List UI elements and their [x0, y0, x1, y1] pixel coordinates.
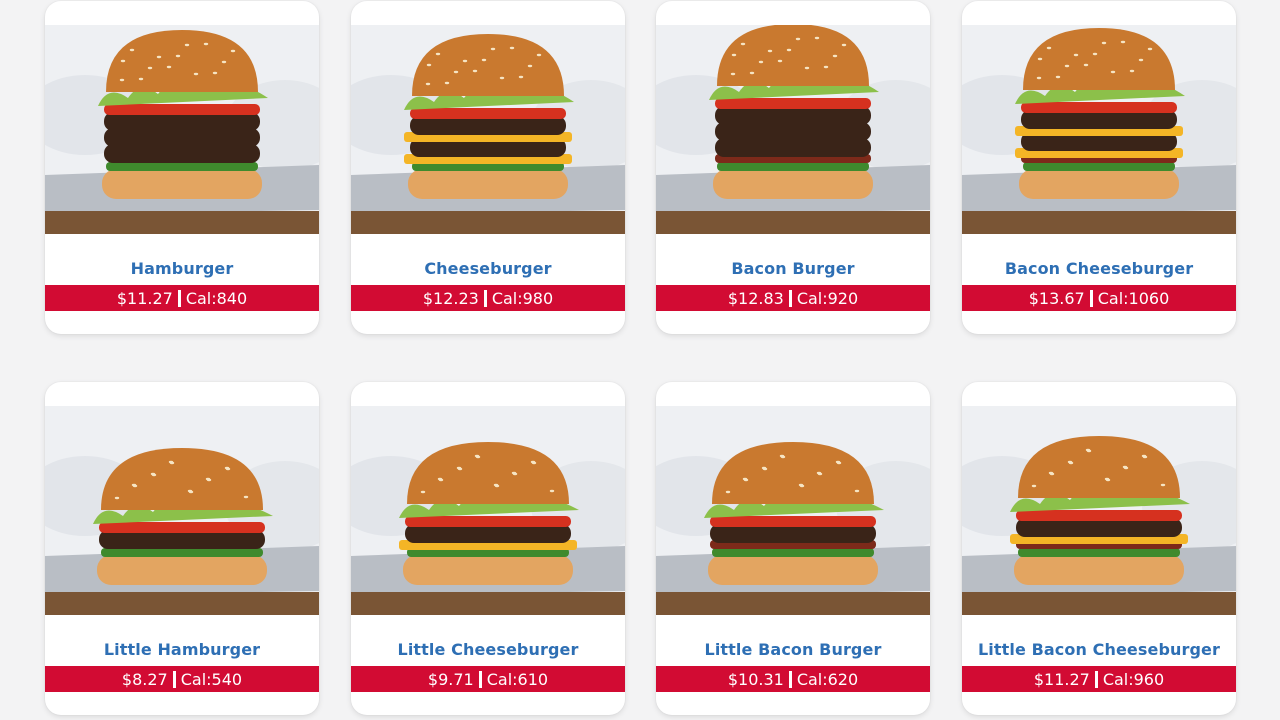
separator	[478, 670, 482, 688]
burger-photo	[45, 25, 319, 234]
item-price: $11.27	[1033, 669, 1090, 689]
item-price: $13.67	[1028, 288, 1085, 308]
item-calories: Cal:540	[180, 669, 243, 689]
item-name: Little Hamburger	[103, 640, 261, 659]
menu-card-little-hamburger[interactable]: Little Hamburger $8.27 Cal:540	[45, 382, 319, 715]
item-calories: Cal:620	[796, 669, 859, 689]
separator	[788, 670, 792, 688]
item-price: $8.27	[121, 669, 168, 689]
menu-card-little-cheeseburger[interactable]: Little Cheeseburger $9.71 Cal:610	[351, 382, 625, 715]
item-name: Little Bacon Cheeseburger	[978, 640, 1220, 659]
item-price: $11.27	[116, 288, 173, 308]
burger-photo	[656, 406, 930, 615]
separator	[788, 289, 792, 307]
item-calories: Cal:610	[486, 669, 549, 689]
price-bar: $12.83 Cal:920	[656, 285, 930, 311]
burger-photo	[45, 406, 319, 615]
price-bar: $11.27 Cal:960	[962, 666, 1236, 692]
item-calories: Cal:960	[1102, 669, 1165, 689]
menu-card-bacon-cheeseburger[interactable]: Bacon Cheeseburger $13.67 Cal:1060	[962, 1, 1236, 334]
item-name: Hamburger	[130, 259, 234, 278]
item-name: Bacon Cheeseburger	[1004, 259, 1194, 278]
price-bar: $12.23 Cal:980	[351, 285, 625, 311]
item-name: Little Cheeseburger	[397, 640, 579, 659]
item-calories: Cal:980	[491, 288, 554, 308]
menu-card-cheeseburger[interactable]: Cheeseburger $12.23 Cal:980	[351, 1, 625, 334]
item-price: $10.31	[727, 669, 784, 689]
menu-card-hamburger[interactable]: Hamburger $11.27 Cal:840	[45, 1, 319, 334]
item-price: $12.23	[422, 288, 479, 308]
item-name: Bacon Burger	[731, 259, 855, 278]
price-bar: $10.31 Cal:620	[656, 666, 930, 692]
burger-photo	[962, 406, 1236, 615]
burger-photo	[351, 25, 625, 234]
item-price: $9.71	[427, 669, 474, 689]
burger-photo	[962, 25, 1236, 234]
item-price: $12.83	[727, 288, 784, 308]
separator	[1089, 289, 1093, 307]
item-name: Little Bacon Burger	[704, 640, 882, 659]
menu-card-bacon-burger[interactable]: Bacon Burger $12.83 Cal:920	[656, 1, 930, 334]
separator	[483, 289, 487, 307]
item-name: Cheeseburger	[424, 259, 552, 278]
burger-photo	[351, 406, 625, 615]
menu-grid: Hamburger $11.27 Cal:840 Cheeseburger $12…	[0, 0, 1280, 720]
separator	[1094, 670, 1098, 688]
item-calories: Cal:840	[185, 288, 248, 308]
price-bar: $9.71 Cal:610	[351, 666, 625, 692]
menu-card-little-bacon-burger[interactable]: Little Bacon Burger $10.31 Cal:620	[656, 382, 930, 715]
price-bar: $13.67 Cal:1060	[962, 285, 1236, 311]
price-bar: $11.27 Cal:840	[45, 285, 319, 311]
separator	[177, 289, 181, 307]
separator	[172, 670, 176, 688]
burger-photo	[656, 25, 930, 234]
price-bar: $8.27 Cal:540	[45, 666, 319, 692]
item-calories: Cal:920	[796, 288, 859, 308]
item-calories: Cal:1060	[1097, 288, 1170, 308]
menu-card-little-bacon-cheeseburger[interactable]: Little Bacon Cheeseburger $11.27 Cal:960	[962, 382, 1236, 715]
